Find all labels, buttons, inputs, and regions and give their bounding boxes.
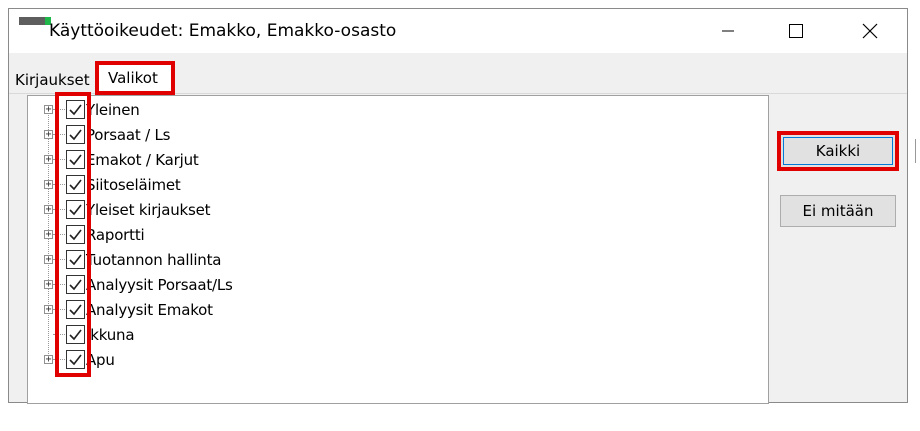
select-none-button[interactable]: Ei mitään (780, 195, 896, 227)
expand-plus-icon[interactable]: + (44, 280, 53, 290)
tree-item-label: Yleinen (86, 101, 140, 119)
tree-item-label: Ikkuna (86, 326, 135, 344)
panel-edge (915, 139, 918, 163)
menu-tree[interactable]: + Yleinen + Porsaat / Ls + Emakot / Karjut + Si… (27, 95, 769, 404)
minimize-icon[interactable] (705, 9, 751, 53)
app-icon (19, 17, 51, 31)
expand-plus-icon[interactable]: + (44, 180, 53, 190)
close-icon[interactable] (847, 9, 893, 53)
tree-item-label: Emakot / Karjut (86, 151, 199, 169)
expand-plus-icon[interactable]: + (44, 155, 53, 165)
expand-plus-icon[interactable]: + (44, 355, 53, 365)
tree-item-label: Analyysit Porsaat/Ls (86, 276, 233, 294)
window-title: Käyttöoikeudet: Emakko, Emakko-osasto (49, 21, 397, 41)
expand-plus-icon[interactable]: + (44, 205, 53, 215)
tree-item-label: Raportti (86, 226, 145, 244)
expand-plus-icon[interactable]: + (44, 130, 53, 140)
expand-plus-icon[interactable]: + (44, 105, 53, 115)
tab-strip: Kirjaukset Valikot (9, 61, 907, 95)
tree-item-label: Tuotannon hallinta (86, 251, 222, 269)
select-all-label: Kaikki (815, 142, 861, 160)
tree-item-label: Porsaat / Ls (86, 126, 171, 144)
expand-plus-icon[interactable]: + (44, 255, 53, 265)
maximize-icon[interactable] (773, 9, 819, 53)
expand-plus-icon[interactable]: + (44, 230, 53, 240)
tree-item-label: Analyysit Emakot (86, 301, 213, 319)
permissions-window: Käyttöoikeudet: Emakko, Emakko-osasto Ki… (8, 8, 916, 404)
tree-item-label: Siitoseläimet (86, 176, 181, 194)
checkbox-highlight-box (55, 92, 91, 377)
expand-plus-icon[interactable]: + (44, 305, 53, 315)
select-all-button[interactable]: Kaikki (777, 131, 899, 171)
tab-valikot[interactable]: Valikot (95, 61, 175, 95)
tree-item-label: Yleiset kirjaukset (86, 201, 211, 219)
tab-kirjaukset[interactable]: Kirjaukset (11, 69, 94, 93)
title-bar[interactable]: Käyttöoikeudet: Emakko, Emakko-osasto (9, 9, 907, 53)
